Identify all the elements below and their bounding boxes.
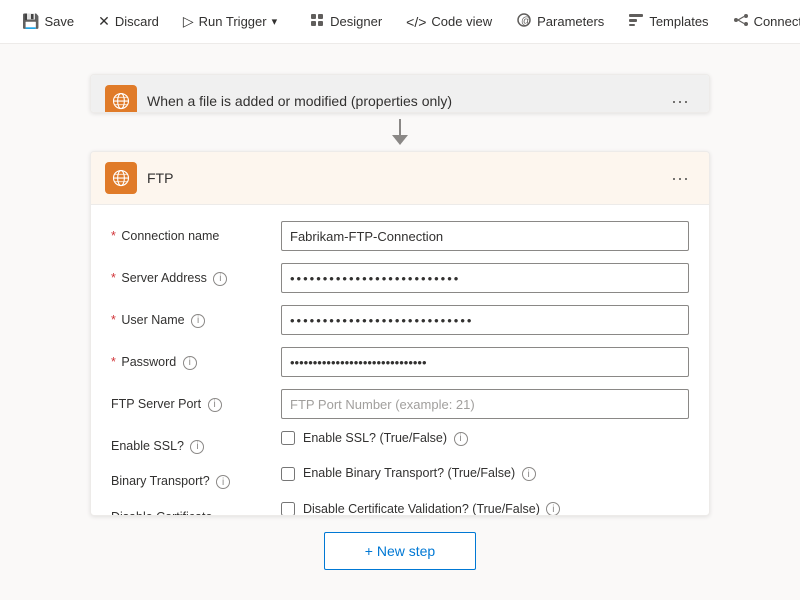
binary-transport-info-icon[interactable]: i bbox=[216, 475, 230, 489]
enable-ssl-label: Enable SSL? i bbox=[111, 431, 271, 454]
binary-transport-checkbox-info-icon[interactable]: i bbox=[522, 467, 536, 481]
server-address-row: * Server Address i bbox=[111, 263, 689, 293]
connectors-icon bbox=[733, 12, 749, 31]
binary-transport-checkbox[interactable] bbox=[281, 467, 295, 481]
enable-ssl-checkbox[interactable] bbox=[281, 431, 295, 445]
new-step-wrap: + New step bbox=[324, 532, 476, 570]
templates-icon bbox=[628, 12, 644, 31]
user-name-label: * User Name i bbox=[111, 305, 271, 328]
ftp-block: FTP ··· * Connection name * Server Addre… bbox=[90, 151, 710, 516]
disable-cert-checkbox-info-icon[interactable]: i bbox=[546, 502, 560, 516]
binary-transport-checkbox-label: Enable Binary Transport? (True/False) i bbox=[303, 466, 536, 481]
discard-label: Discard bbox=[115, 14, 159, 29]
ftp-port-row: FTP Server Port i bbox=[111, 389, 689, 419]
designer-icon bbox=[309, 12, 325, 31]
disable-cert-label: Disable Certificate Validation? i bbox=[111, 502, 271, 516]
ftp-more-button[interactable]: ··· bbox=[665, 166, 695, 191]
arrow-head bbox=[392, 135, 408, 145]
trigger-block: When a file is added or modified (proper… bbox=[90, 74, 710, 113]
new-step-label: + New step bbox=[365, 543, 435, 559]
designer-label: Designer bbox=[330, 14, 382, 29]
toolbar: 💾 Save ✕ Discard ▷ Run Trigger ▾ Designe… bbox=[0, 0, 800, 44]
save-icon: 💾 bbox=[22, 13, 39, 30]
parameters-label: Parameters bbox=[537, 14, 604, 29]
designer-button[interactable]: Designer bbox=[299, 6, 392, 37]
disable-cert-row: Disable Certificate Validation? i Disabl… bbox=[111, 502, 689, 516]
binary-transport-checkbox-row: Enable Binary Transport? (True/False) i bbox=[281, 466, 689, 481]
trigger-header: When a file is added or modified (proper… bbox=[91, 75, 709, 113]
code-view-label: Code view bbox=[431, 14, 492, 29]
connection-name-input[interactable] bbox=[281, 221, 689, 251]
code-view-button[interactable]: </> Code view bbox=[396, 8, 502, 36]
trigger-icon bbox=[105, 85, 137, 113]
templates-label: Templates bbox=[649, 14, 708, 29]
enable-ssl-row: Enable SSL? i Enable SSL? (True/False) i bbox=[111, 431, 689, 454]
connectors-label: Connectors bbox=[754, 14, 800, 29]
user-name-row: * User Name i bbox=[111, 305, 689, 335]
connection-name-row: * Connection name bbox=[111, 221, 689, 251]
flow-arrow bbox=[392, 119, 408, 145]
run-icon: ▷ bbox=[183, 13, 194, 30]
password-row: * Password i bbox=[111, 347, 689, 377]
user-name-info-icon[interactable]: i bbox=[191, 314, 205, 328]
ftp-icon bbox=[105, 162, 137, 194]
disable-cert-checkbox-label: Disable Certificate Validation? (True/Fa… bbox=[303, 502, 560, 516]
binary-transport-label: Binary Transport? i bbox=[111, 466, 271, 489]
discard-icon: ✕ bbox=[98, 13, 110, 30]
trigger-more-button[interactable]: ··· bbox=[665, 89, 695, 114]
ftp-form: * Connection name * Server Address i * U… bbox=[91, 205, 709, 516]
ftp-port-info-icon[interactable]: i bbox=[208, 398, 222, 412]
trigger-title: When a file is added or modified (proper… bbox=[147, 93, 655, 109]
server-address-label: * Server Address i bbox=[111, 263, 271, 286]
ftp-header: FTP ··· bbox=[91, 152, 709, 205]
enable-ssl-checkbox-info-icon[interactable]: i bbox=[454, 432, 468, 446]
run-trigger-label: Run Trigger bbox=[199, 14, 267, 29]
password-label: * Password i bbox=[111, 347, 271, 370]
new-step-button[interactable]: + New step bbox=[324, 532, 476, 570]
connection-name-label: * Connection name bbox=[111, 221, 271, 244]
disable-cert-checkbox-row: Disable Certificate Validation? (True/Fa… bbox=[281, 502, 689, 516]
ftp-port-input[interactable] bbox=[281, 389, 689, 419]
password-info-icon[interactable]: i bbox=[183, 356, 197, 370]
canvas: When a file is added or modified (proper… bbox=[0, 44, 800, 600]
disable-cert-checkbox[interactable] bbox=[281, 502, 295, 516]
parameters-icon: @ bbox=[516, 12, 532, 31]
connectors-button[interactable]: Connectors bbox=[723, 6, 800, 37]
save-button[interactable]: 💾 Save bbox=[12, 7, 84, 36]
binary-transport-row: Binary Transport? i Enable Binary Transp… bbox=[111, 466, 689, 489]
enable-ssl-checkbox-row: Enable SSL? (True/False) i bbox=[281, 431, 689, 446]
code-view-icon: </> bbox=[406, 14, 426, 30]
save-label: Save bbox=[44, 14, 74, 29]
templates-button[interactable]: Templates bbox=[618, 6, 718, 37]
ftp-title: FTP bbox=[147, 170, 655, 186]
run-trigger-button[interactable]: ▷ Run Trigger ▾ bbox=[173, 7, 287, 36]
parameters-button[interactable]: @ Parameters bbox=[506, 6, 614, 37]
dropdown-chevron-icon: ▾ bbox=[272, 15, 278, 28]
server-address-info-icon[interactable]: i bbox=[213, 272, 227, 286]
user-name-input[interactable] bbox=[281, 305, 689, 335]
ftp-port-label: FTP Server Port i bbox=[111, 389, 271, 412]
password-input[interactable] bbox=[281, 347, 689, 377]
enable-ssl-info-icon[interactable]: i bbox=[190, 440, 204, 454]
enable-ssl-checkbox-label: Enable SSL? (True/False) i bbox=[303, 431, 468, 446]
server-address-input[interactable] bbox=[281, 263, 689, 293]
svg-text:@: @ bbox=[521, 16, 531, 27]
discard-button[interactable]: ✕ Discard bbox=[88, 7, 169, 36]
